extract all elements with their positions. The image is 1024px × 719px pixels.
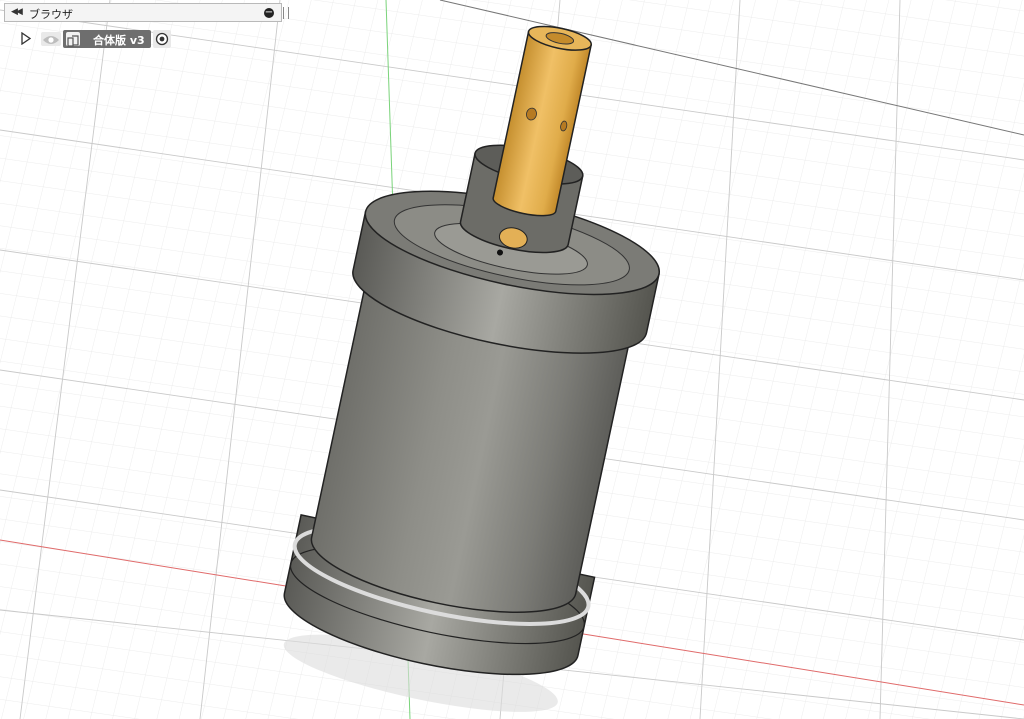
browser-root-component-row[interactable]: 合体版 v3 (4, 29, 286, 49)
panel-grip-handle[interactable] (283, 7, 289, 19)
minus-circle-icon[interactable]: − (264, 8, 274, 18)
triangle-right-icon[interactable] (21, 32, 31, 45)
browser-title: ブラウザ (29, 8, 73, 21)
eye-icon[interactable] (41, 32, 61, 46)
browser-panel: ◀◀ ブラウザ − 合体版 v3 (4, 3, 289, 49)
root-component-item[interactable]: 合体版 v3 (63, 30, 151, 48)
double-chevron-left-icon[interactable]: ◀◀ (11, 7, 23, 17)
browser-header: ◀◀ ブラウザ − (4, 3, 282, 22)
component-icon (66, 32, 80, 47)
root-component-label: 合体版 v3 (93, 34, 145, 47)
canvas-viewport[interactable] (0, 0, 1024, 719)
radio-active-icon[interactable] (153, 30, 171, 48)
